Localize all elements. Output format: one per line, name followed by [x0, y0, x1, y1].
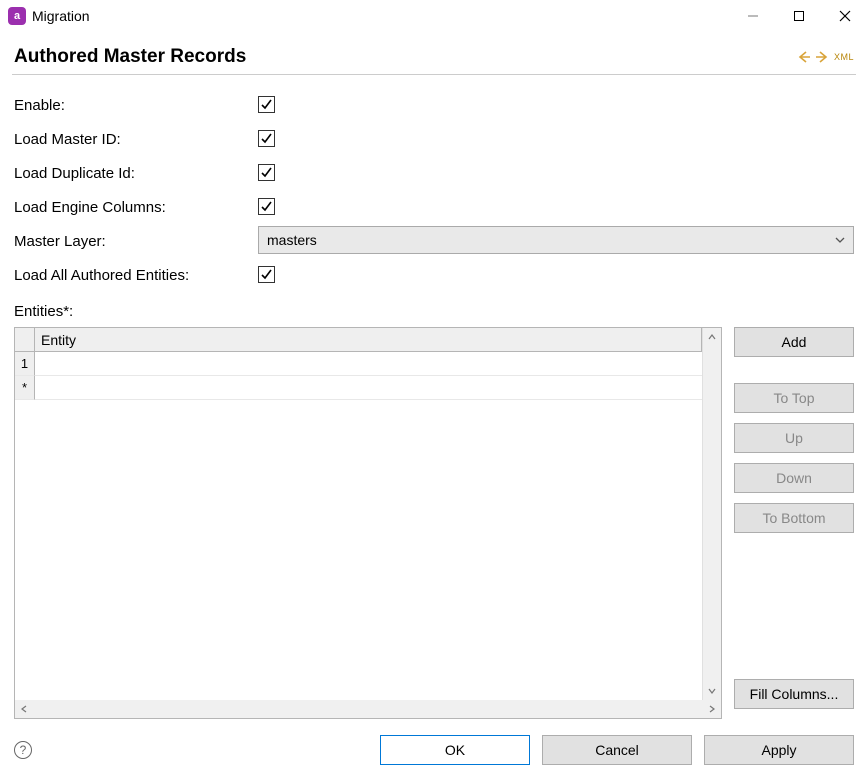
ok-button[interactable]: OK — [380, 735, 530, 765]
scroll-down-icon[interactable] — [703, 682, 721, 700]
dialog-footer: ? OK Cancel Apply — [0, 719, 868, 783]
to-bottom-button[interactable]: To Bottom — [734, 503, 854, 533]
apply-button[interactable]: Apply — [704, 735, 854, 765]
load-master-id-checkbox[interactable] — [258, 130, 275, 147]
master-layer-select[interactable]: masters — [258, 226, 854, 254]
help-icon[interactable]: ? — [14, 741, 32, 759]
page-header: Authored Master Records XML — [0, 32, 868, 74]
chevron-down-icon — [835, 232, 845, 248]
cancel-button[interactable]: Cancel — [542, 735, 692, 765]
load-duplicate-id-label: Load Duplicate Id: — [14, 163, 258, 182]
header-divider — [12, 74, 856, 75]
app-icon: a — [8, 7, 26, 25]
down-button[interactable]: Down — [734, 463, 854, 493]
rowheader-blank — [15, 328, 35, 352]
entity-cell-new[interactable] — [35, 376, 702, 400]
minimize-button[interactable] — [730, 0, 776, 32]
xml-label[interactable]: XML — [834, 52, 854, 62]
scroll-up-icon[interactable] — [703, 328, 721, 346]
column-header-entity[interactable]: Entity — [35, 328, 702, 352]
row-number[interactable]: 1 — [15, 352, 35, 376]
horizontal-scrollbar[interactable] — [15, 700, 721, 718]
up-button[interactable]: Up — [734, 423, 854, 453]
load-all-authored-checkbox[interactable] — [258, 266, 275, 283]
titlebar: a Migration — [0, 0, 868, 32]
scroll-left-icon[interactable] — [15, 700, 33, 718]
entities-table[interactable]: Entity 1 * — [14, 327, 722, 719]
load-master-id-label: Load Master ID: — [14, 129, 258, 148]
scroll-right-icon[interactable] — [703, 700, 721, 718]
load-engine-columns-label: Load Engine Columns: — [14, 197, 258, 216]
vertical-scrollbar[interactable] — [703, 328, 721, 700]
nav-forward-icon[interactable] — [814, 49, 830, 65]
close-button[interactable] — [822, 0, 868, 32]
load-all-authored-label: Load All Authored Entities: — [14, 265, 258, 284]
master-layer-label: Master Layer: — [14, 231, 258, 250]
nav-back-icon[interactable] — [796, 49, 812, 65]
master-layer-value: masters — [267, 232, 835, 248]
row-new[interactable]: * — [15, 376, 35, 400]
load-duplicate-id-checkbox[interactable] — [258, 164, 275, 181]
maximize-button[interactable] — [776, 0, 822, 32]
fill-columns-button[interactable]: Fill Columns... — [734, 679, 854, 709]
enable-label: Enable: — [14, 95, 258, 114]
page-title: Authored Master Records — [14, 46, 246, 68]
entities-label: Entities*: — [14, 301, 258, 320]
add-button[interactable]: Add — [734, 327, 854, 357]
load-engine-columns-checkbox[interactable] — [258, 198, 275, 215]
enable-checkbox[interactable] — [258, 96, 275, 113]
to-top-button[interactable]: To Top — [734, 383, 854, 413]
entity-cell[interactable] — [35, 352, 702, 376]
window-title: Migration — [32, 8, 90, 24]
